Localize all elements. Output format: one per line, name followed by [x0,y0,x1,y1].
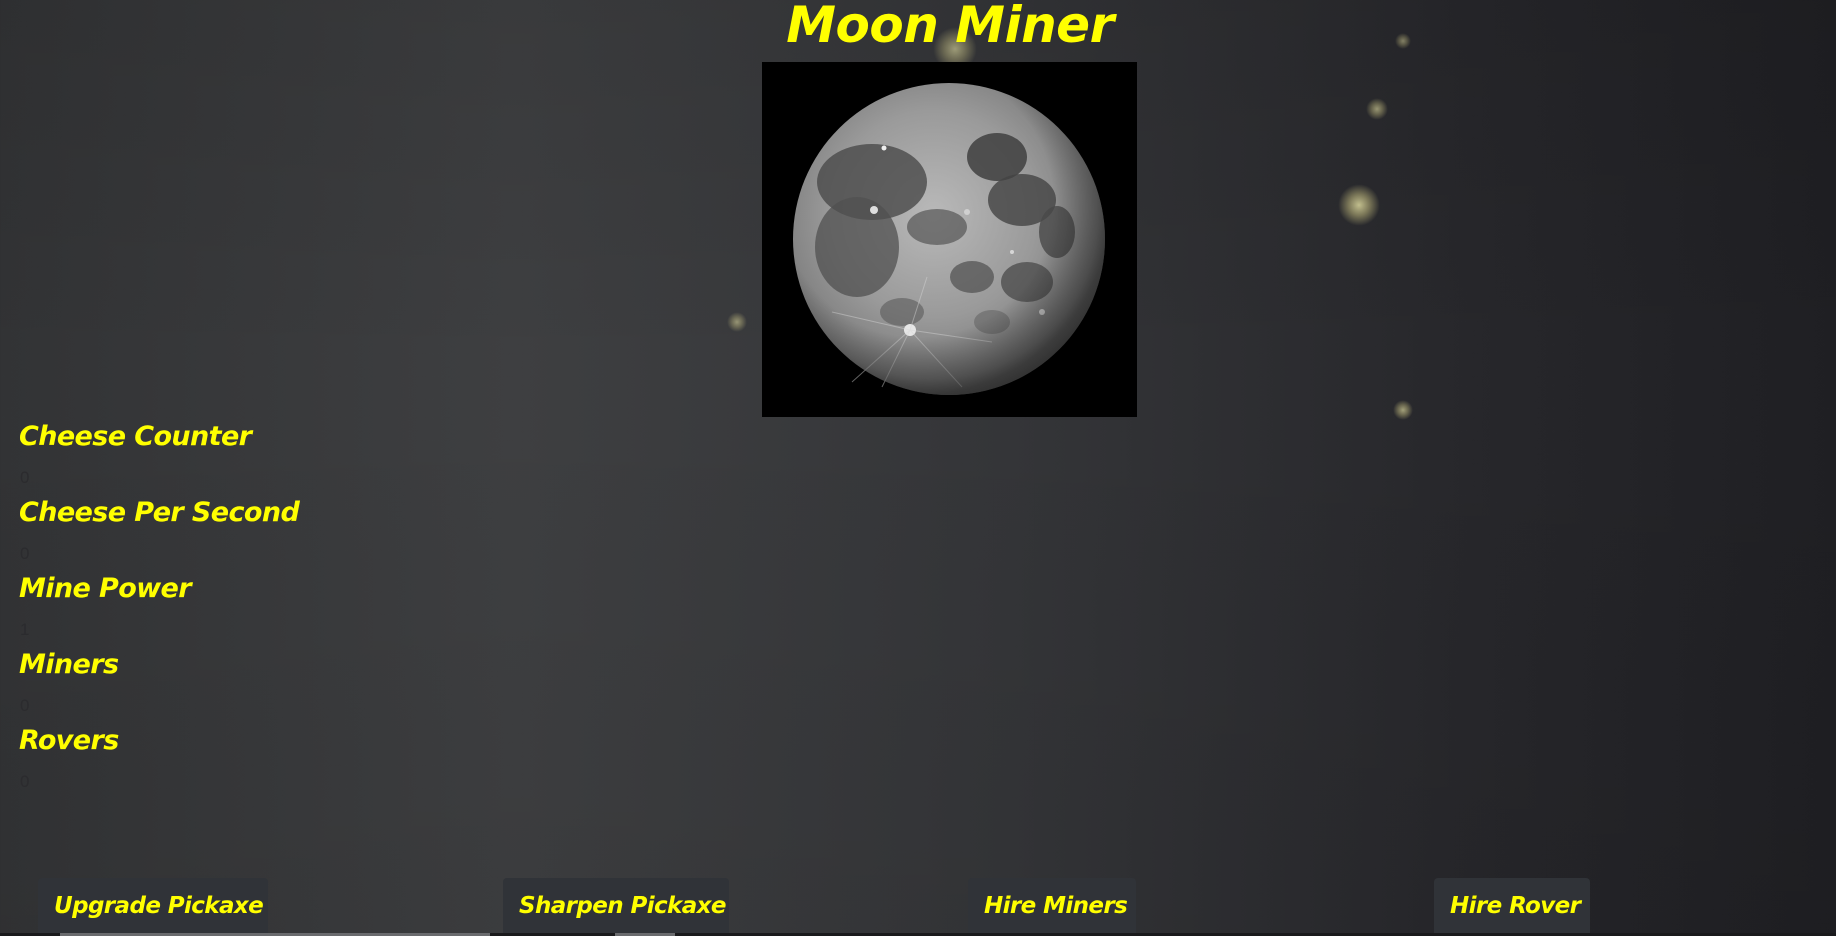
star-glow [1338,184,1380,226]
stat-label: Rovers [19,725,119,756]
stat-label: Miners [19,649,119,680]
stat-label: Mine Power [19,573,192,604]
stat-value: 0 [20,468,30,487]
page-title: Moon Miner [786,0,1114,54]
stat-label: Cheese Per Second [19,497,300,528]
star-glow [1393,400,1413,420]
star-glow [1366,98,1388,120]
stat-cheese-counter: Cheese Counter 0 [19,420,419,496]
stat-cheese-per-second: Cheese Per Second 0 [19,496,419,572]
stat-value: 0 [20,696,30,715]
stats-panel: Cheese Counter 0 Cheese Per Second 0 Min… [19,420,419,800]
stat-rovers: Rovers 0 [19,724,419,800]
stat-label: Cheese Counter [19,421,252,452]
stat-value: 1 [20,620,30,639]
moon-button[interactable] [762,62,1137,417]
upgrade-pickaxe-button[interactable]: Upgrade Pickaxe [38,878,268,934]
hire-miners-button[interactable]: Hire Miners [968,878,1136,934]
moon-icon [762,62,1137,417]
hire-rover-button[interactable]: Hire Rover [1434,878,1590,934]
stat-miners: Miners 0 [19,648,419,724]
stat-value: 0 [20,544,30,563]
star-glow [727,312,747,332]
stat-mine-power: Mine Power 1 [19,572,419,648]
sharpen-pickaxe-button[interactable]: Sharpen Pickaxe [503,878,729,934]
stat-value: 0 [20,772,30,791]
